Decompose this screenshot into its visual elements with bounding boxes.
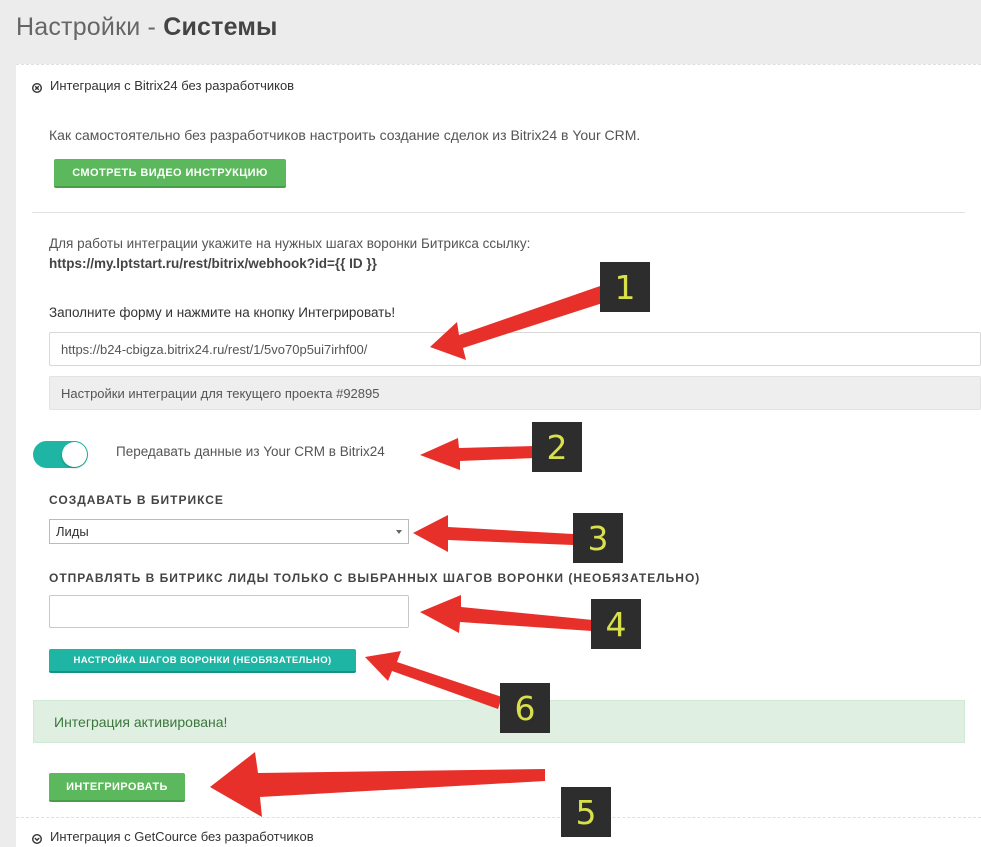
create-select-value: Лиды — [56, 524, 89, 539]
funnel-steps-label: Отправлять в Битрикс лиды только с выбра… — [49, 571, 701, 585]
collapse-circle-icon — [31, 81, 43, 93]
page-title-light: Настройки - — [16, 13, 164, 41]
create-in-bitrix-label: Создавать в Битриксе — [49, 493, 224, 507]
page-title-bold: Системы — [163, 13, 278, 41]
expand-circle-icon — [31, 832, 43, 844]
divider — [32, 212, 965, 213]
create-in-bitrix-select[interactable]: Лиды — [49, 519, 409, 544]
project-settings-field: Настройки интеграции для текущего проект… — [49, 376, 981, 410]
bitrix-url-input[interactable]: https://b24-cbigza.bitrix24.ru/rest/1/5v… — [49, 332, 981, 366]
section-divider — [16, 817, 981, 818]
funnel-steps-input[interactable] — [49, 595, 409, 628]
callout-5: 5 — [561, 787, 611, 837]
page-title: Настройки - Системы — [16, 13, 278, 42]
getcource-section-header[interactable]: Интеграция с GetCource без разработчиков — [31, 829, 314, 844]
callout-4: 4 — [591, 599, 641, 649]
getcource-section-title: Интеграция с GetCource без разработчиков — [50, 829, 314, 844]
webhook-hint: Для работы интеграции укажите на нужных … — [49, 236, 531, 251]
toggle-label: Передавать данные из Your CRM в Bitrix24 — [116, 444, 385, 459]
integrate-button[interactable]: Интегрировать — [49, 773, 185, 802]
funnel-steps-settings-button[interactable]: Настройка шагов воронки (необязательно) — [49, 649, 356, 673]
callout-1: 1 — [600, 262, 650, 312]
callout-3: 3 — [573, 513, 623, 563]
video-hint: Как самостоятельно без разработчиков нас… — [49, 127, 641, 143]
bitrix-section-title: Интеграция с Bitrix24 без разработчиков — [50, 78, 295, 93]
bitrix-section-header[interactable]: Интеграция с Bitrix24 без разработчиков — [31, 78, 295, 93]
toggle-knob — [62, 442, 87, 467]
integration-status-alert: Интеграция активирована! — [33, 700, 965, 743]
form-hint: Заполните форму и нажмите на кнопку Инте… — [49, 305, 396, 320]
webhook-url: https://my.lptstart.ru/rest/bitrix/webho… — [49, 256, 377, 271]
callout-6: 6 — [500, 683, 550, 733]
watch-video-button[interactable]: Смотреть видео инструкцию — [54, 159, 286, 188]
transfer-data-toggle[interactable] — [33, 441, 88, 468]
callout-2: 2 — [532, 422, 582, 472]
chevron-down-icon — [396, 530, 402, 534]
